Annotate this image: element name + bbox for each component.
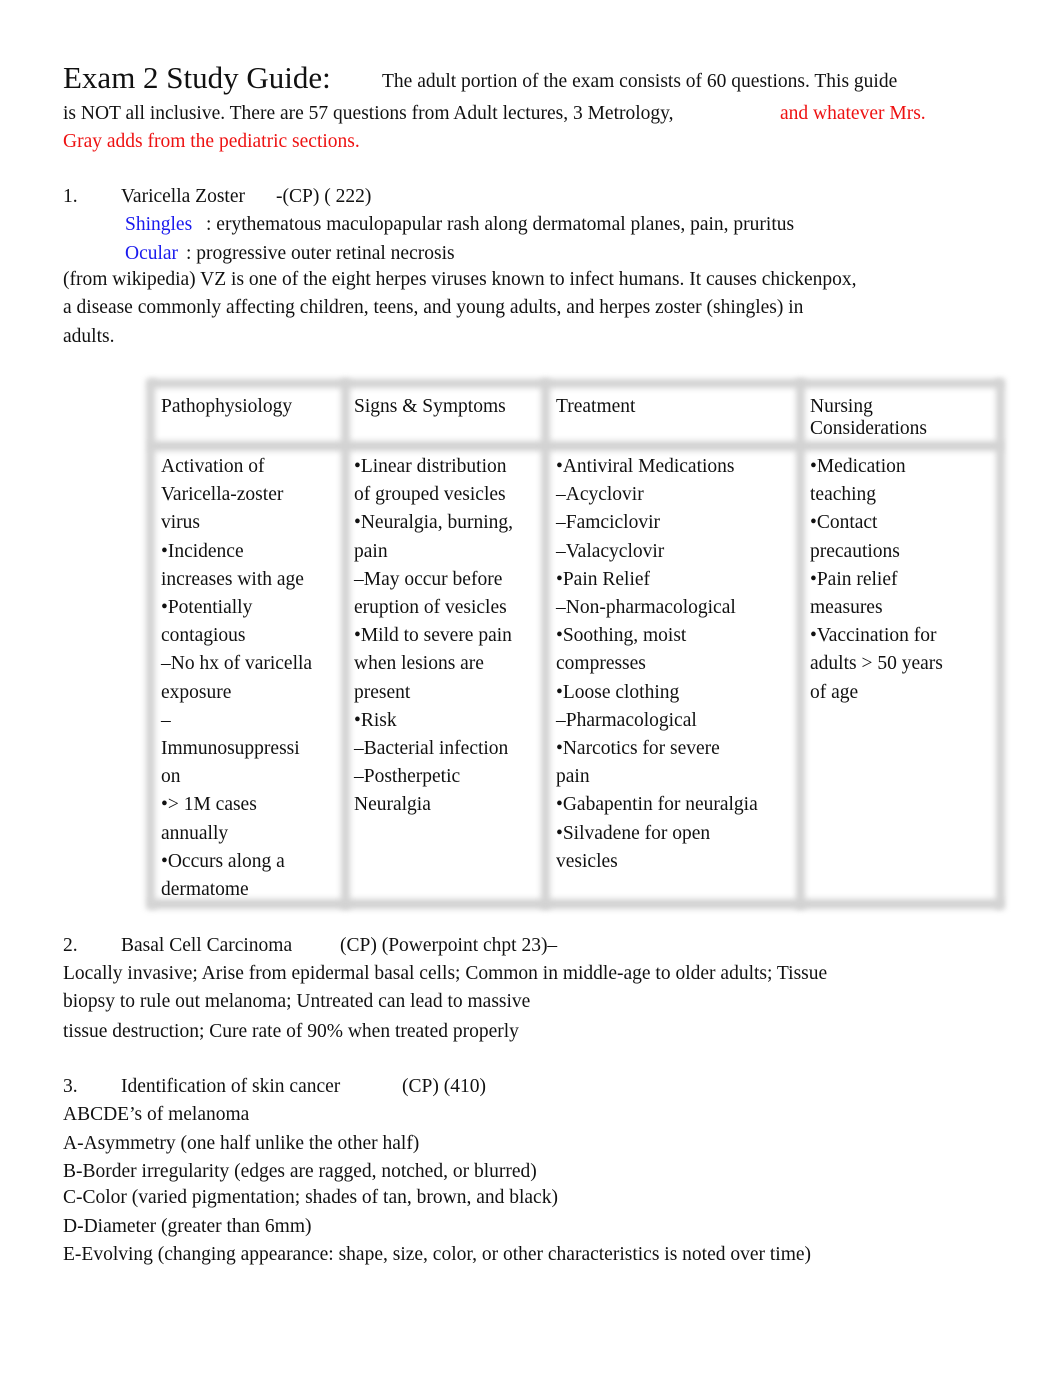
table-cell-line: •Linear distribution xyxy=(354,456,507,477)
table-cell-line: •Medication xyxy=(810,456,906,477)
table-column-pathophysiology: Activation of Varicella-zoster virus •Incid… xyxy=(161,453,312,904)
section-1-ref: -(CP) ( 222) xyxy=(276,186,372,207)
table-cell-line: – xyxy=(161,709,171,731)
table-cell-line: –Famciclovir xyxy=(556,512,660,534)
table-cell-line: on xyxy=(161,766,181,788)
table-cell-line: –Postherpetic xyxy=(354,766,461,788)
section-3-line: ABCDE’s of melanoma xyxy=(63,1104,250,1125)
table-cell-line: –Bacterial infection xyxy=(354,738,509,760)
table-header-pathophysiology: Pathophysiology xyxy=(161,396,293,417)
shingles-label: Shingles xyxy=(125,214,193,235)
table-cell-line: exposure xyxy=(161,681,232,703)
table-gridline xyxy=(996,379,1005,909)
table-cell-line: •> 1M cases xyxy=(161,794,257,816)
table-cell-line: •Risk xyxy=(354,709,397,731)
table-column-treatment: •Antiviral Medications –Acyclovir –Famcicl… xyxy=(556,453,758,876)
section-1-title: Varicella Zoster xyxy=(121,186,245,207)
section-3-number: 3. xyxy=(63,1076,78,1097)
table-cell-line: •Pain relief xyxy=(810,568,898,590)
table-cell-line: present xyxy=(354,681,411,703)
table-cell-line: of grouped vesicles xyxy=(354,484,506,506)
section-2-number: 2. xyxy=(63,935,78,956)
table-cell-line: pain xyxy=(354,540,388,562)
table-cell-line: vesicles xyxy=(556,850,618,872)
table-cell-line: –No hx of varicella xyxy=(161,653,313,675)
table-cell-line: dermatome xyxy=(161,879,249,901)
section-3-line: B-Border irregularity (edges are ragged,… xyxy=(63,1161,537,1182)
intro-red-text-1: and whatever Mrs. xyxy=(780,103,926,124)
table-cell-line: pain xyxy=(556,766,590,788)
table-cell-line: when lesions are xyxy=(354,653,484,675)
table-cell-line: –May occur before xyxy=(354,568,503,590)
section-3-line: E-Evolving (changing appearance: shape, … xyxy=(63,1244,812,1265)
table-cell-line: virus xyxy=(161,512,200,534)
section-3-line: C-Color (varied pigmentation; shades of … xyxy=(63,1187,558,1208)
table-cell-line: •Silvadene for open xyxy=(556,822,711,844)
shingles-text: : erythematous maculopapular rash along … xyxy=(206,214,795,235)
table-cell-line: compresses xyxy=(556,653,646,675)
page-title: Exam 2 Study Guide: xyxy=(63,60,331,95)
table-cell-line: –Pharmacological xyxy=(556,709,697,731)
table-cell-line: adults > 50 years xyxy=(810,653,943,675)
table-cell-line: •Incidence xyxy=(161,540,244,562)
table-cell-line: •Gabapentin for neuralgia xyxy=(556,794,758,816)
table-cell-line: Immunosuppressi xyxy=(161,738,300,760)
table-gridline xyxy=(541,379,550,909)
table-cell-line: •Contact xyxy=(810,512,878,534)
table-cell-line: •Antiviral Medications xyxy=(556,456,735,477)
intro-line-1: The adult portion of the exam consists o… xyxy=(382,71,898,92)
section-2-ref: (CP) (Powerpoint chpt 23)– xyxy=(340,935,558,956)
table-cell-line: •Pain Relief xyxy=(556,568,651,590)
table-cell-line: •Occurs along a xyxy=(161,850,285,872)
section-2-line: biopsy to rule out melanoma; Untreated c… xyxy=(63,991,531,1012)
table-gridline xyxy=(150,441,1002,451)
section-2-line: Locally invasive; Arise from epidermal b… xyxy=(63,963,828,984)
table-cell-line: •Mild to severe pain xyxy=(354,625,512,647)
table-gridline xyxy=(796,379,805,909)
paragraph-line: (from wikipedia) VZ is one of the eight … xyxy=(63,269,857,290)
paragraph-line: adults. xyxy=(63,326,115,347)
table-header-nursing-considerations: Nursing Considerations xyxy=(810,396,927,439)
table-header-signs-symptoms: Signs & Symptoms xyxy=(354,396,506,417)
section-3-ref: (CP) (410) xyxy=(402,1076,486,1097)
table-cell-line: –Acyclovir xyxy=(556,484,644,506)
table-cell-line: Varicella-zoster xyxy=(161,484,284,506)
table-gridline xyxy=(341,379,350,909)
table-cell-line: •Soothing, moist xyxy=(556,625,687,647)
table-cell-line: •Neuralgia, burning, xyxy=(354,512,513,534)
table-cell-line: precautions xyxy=(810,540,900,562)
section-2-title: Basal Cell Carcinoma xyxy=(121,935,293,956)
table-cell-line: Neuralgia xyxy=(354,794,431,816)
table-cell-line: •Loose clothing xyxy=(556,681,680,703)
table-gridline xyxy=(150,379,1002,388)
table-cell-line: increases with age xyxy=(161,568,304,590)
table-column-nursing: •Medication teaching •Contact precautions •P… xyxy=(810,453,943,707)
table-cell-line: –Valacyclovir xyxy=(556,540,665,562)
varicella-table: Pathophysiology Signs & Symptoms Treatme… xyxy=(146,379,1005,909)
table-column-signs-symptoms: •Linear distribution of grouped vesicles •… xyxy=(354,453,513,820)
intro-line-2: is NOT all inclusive. There are 57 quest… xyxy=(63,103,674,124)
table-cell-line: •Potentially xyxy=(161,597,253,619)
table-cell-line: –Non-pharmacological xyxy=(556,597,736,619)
section-3-title: Identification of skin cancer xyxy=(121,1076,341,1097)
table-gridline xyxy=(146,379,155,909)
section-3-line: D-Diameter (greater than 6mm) xyxy=(63,1216,312,1237)
section-1-number: 1. xyxy=(63,186,78,207)
table-cell-line: eruption of vesicles xyxy=(354,597,507,619)
intro-red-text-2: Gray adds from the pediatric sections. xyxy=(63,131,360,152)
section-3-line: A-Asymmetry (one half unlike the other h… xyxy=(63,1133,420,1154)
table-header-treatment: Treatment xyxy=(556,396,636,417)
table-cell-line: teaching xyxy=(810,484,877,506)
table-cell-line: annually xyxy=(161,822,229,844)
table-cell-line: •Vaccination for xyxy=(810,625,937,647)
paragraph-line: a disease commonly affecting children, t… xyxy=(63,297,804,318)
table-cell-line: contagious xyxy=(161,625,246,647)
table-cell-line: Activation of xyxy=(161,456,265,477)
ocular-label: Ocular xyxy=(125,243,179,264)
section-2-line: tissue destruction; Cure rate of 90% whe… xyxy=(63,1021,519,1042)
ocular-text: : progressive outer retinal necrosis xyxy=(186,243,455,264)
table-cell-line: measures xyxy=(810,597,883,619)
table-cell-line: •Narcotics for severe xyxy=(556,738,720,760)
table-cell-line: of age xyxy=(810,681,859,703)
